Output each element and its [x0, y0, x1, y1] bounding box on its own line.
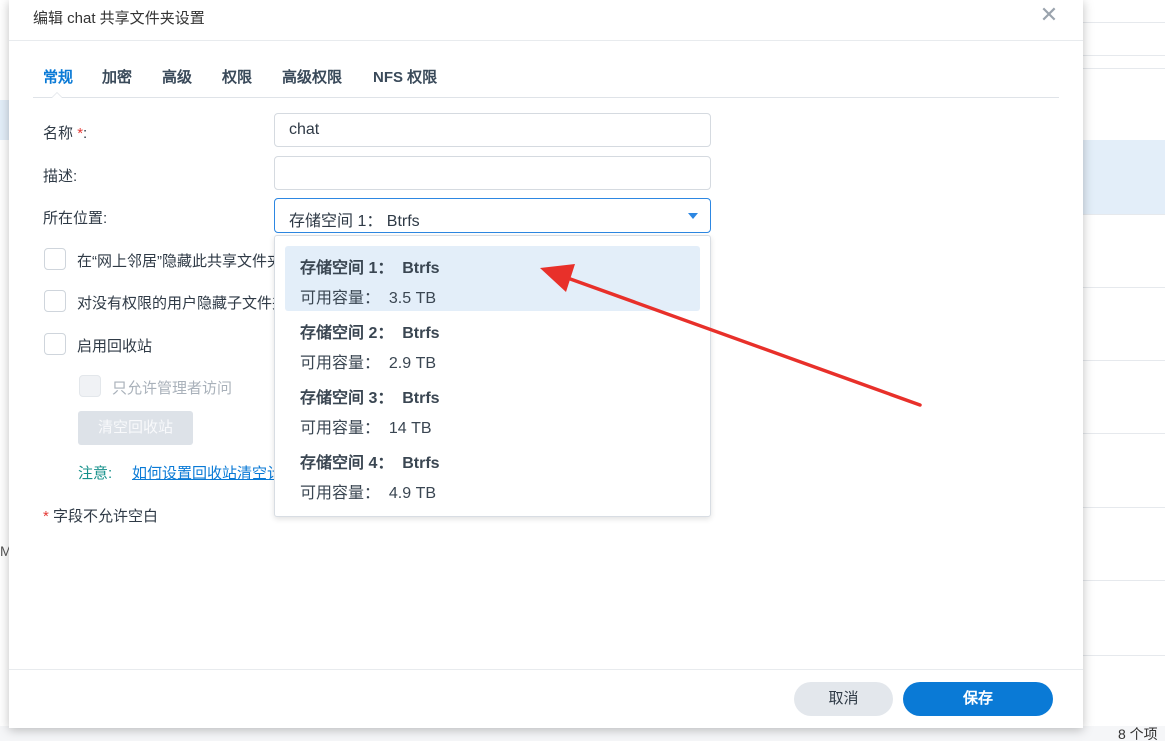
admin-only-label: 只允许管理者访问 [112, 380, 233, 397]
dropdown-option-volume-3[interactable]: 存储空间 3： Btrfs 可用容量： 14 TB [285, 376, 700, 441]
recycle-schedule-help-link[interactable]: 如何设置回收站清空计划 [132, 462, 297, 483]
name-label: 名称 *: [43, 125, 88, 142]
option-available-capacity: 可用容量： 14 TB [300, 420, 432, 437]
tab-encryption[interactable]: 加密 [102, 66, 132, 87]
dialog-title: 编辑 chat 共享文件夹设置 [33, 10, 205, 27]
background-selected-row [0, 100, 9, 140]
dropdown-option-volume-1[interactable]: 存储空间 1： Btrfs 可用容量： 3.5 TB [285, 246, 700, 311]
description-label: 描述: [43, 168, 78, 185]
option-available-capacity: 可用容量： 3.5 TB [300, 290, 437, 307]
save-button[interactable]: 保存 [903, 682, 1053, 716]
hide-subfolders-checkbox[interactable] [44, 290, 66, 312]
hide-network-neighborhood-label: 在“网上邻居”隐藏此共享文件夹 [77, 253, 282, 270]
close-icon[interactable]: ✕ [1039, 4, 1059, 26]
note-label: 注意: [78, 465, 113, 482]
background-left-panel [0, 0, 9, 741]
tab-advanced[interactable]: 高级 [162, 66, 192, 87]
tab-advanced-permissions[interactable]: 高级权限 [282, 66, 342, 87]
location-selected-value: 存储空间 1： Btrfs [289, 213, 420, 230]
name-input[interactable] [274, 113, 711, 147]
description-input[interactable] [274, 156, 711, 190]
cancel-button[interactable]: 取消 [794, 682, 893, 716]
enable-recycle-bin-checkbox[interactable] [44, 333, 66, 355]
tab-permissions[interactable]: 权限 [222, 66, 252, 87]
dropdown-option-volume-2[interactable]: 存储空间 2： Btrfs 可用容量： 2.9 TB [285, 311, 700, 376]
clear-recycle-bin-button[interactable]: 清空回收站 [78, 411, 193, 445]
background-file-list [1083, 0, 1165, 741]
option-available-capacity: 可用容量： 4.9 TB [300, 485, 437, 502]
dropdown-option-volume-4[interactable]: 存储空间 4： Btrfs 可用容量： 4.9 TB [285, 441, 700, 506]
active-tab-indicator [51, 92, 63, 98]
admin-only-checkbox[interactable] [79, 375, 101, 397]
option-available-capacity: 可用容量： 2.9 TB [300, 355, 437, 372]
option-volume-name: 存储空间 2： Btrfs [300, 325, 440, 342]
hide-network-neighborhood-checkbox[interactable] [44, 248, 66, 270]
tab-bar: 常规 加密 高级 权限 高级权限 NFS 权限 [33, 64, 1059, 98]
option-volume-name: 存储空间 1： Btrfs [300, 260, 440, 277]
location-dropdown-list: 存储空间 1： Btrfs 可用容量： 3.5 TB 存储空间 2： Btrfs… [274, 235, 711, 517]
enable-recycle-bin-label: 启用回收站 [77, 338, 153, 355]
footer-divider [9, 669, 1083, 670]
option-volume-name: 存储空间 3： Btrfs [300, 390, 440, 407]
location-select[interactable]: 存储空间 1： Btrfs [274, 198, 711, 233]
location-label: 所在位置: [43, 210, 108, 227]
dropdown-caret-icon [688, 213, 698, 219]
required-field-footnote: * 字段不允许空白 [43, 508, 159, 525]
background-item-count: 8 个项 [1118, 726, 1158, 741]
option-volume-name: 存储空间 4： Btrfs [300, 455, 440, 472]
background-status-bar [0, 726, 1165, 741]
tab-general[interactable]: 常规 [43, 66, 73, 87]
background-selected-file-row [1083, 140, 1165, 214]
title-divider [9, 40, 1083, 41]
tab-nfs-permissions[interactable]: NFS 权限 [373, 66, 437, 87]
